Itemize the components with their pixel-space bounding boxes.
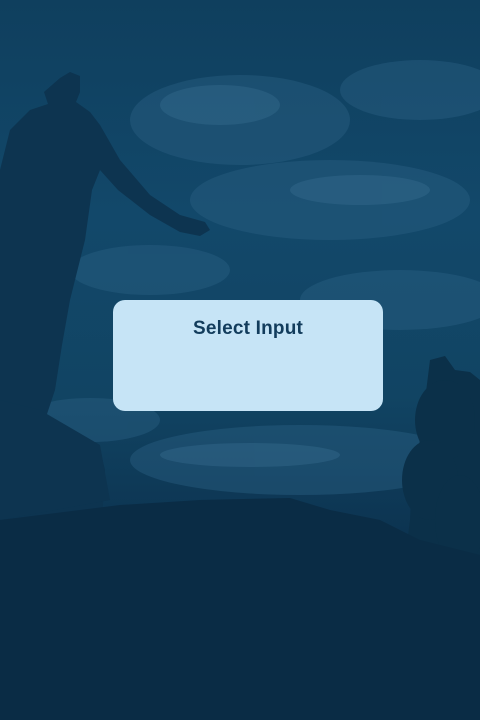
dialog-title: Select Input (192, 318, 304, 339)
app-screen: Select Input (0, 0, 480, 720)
input-options-list (129, 352, 367, 396)
select-input-dialog: Select Input (113, 300, 383, 411)
ground-silhouette (0, 498, 480, 720)
